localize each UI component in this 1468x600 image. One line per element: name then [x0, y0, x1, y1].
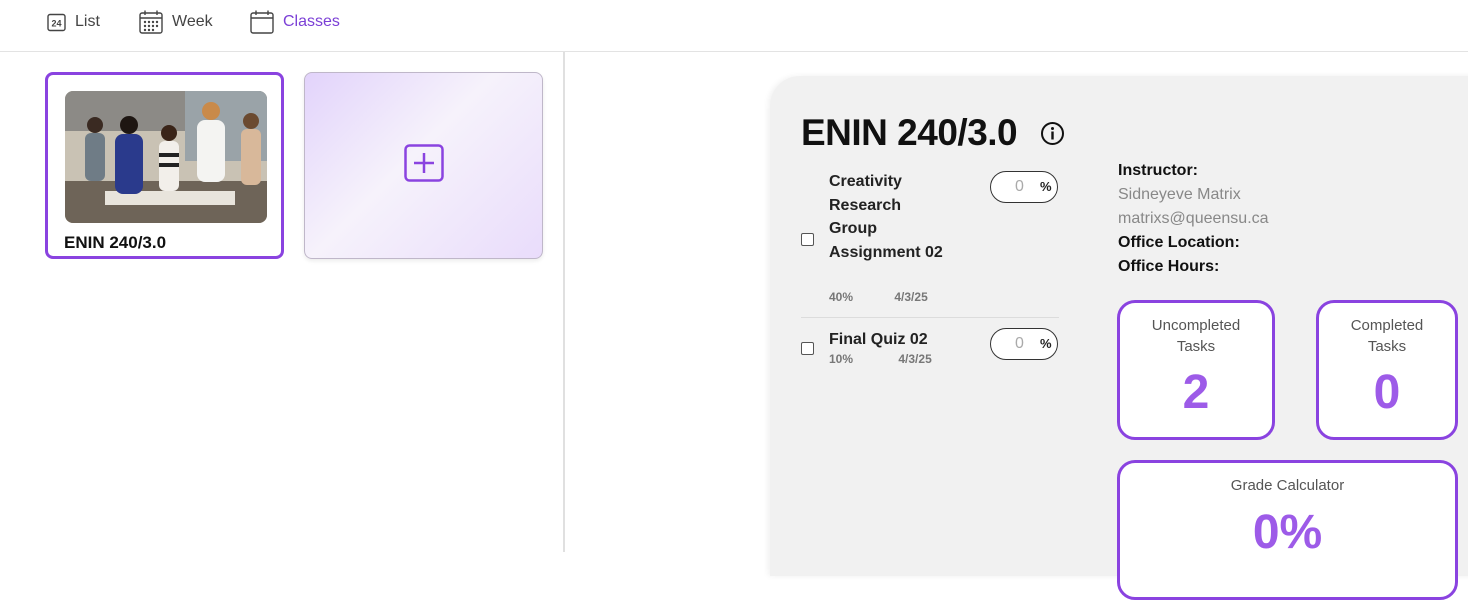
task-weight: 10% [829, 352, 854, 366]
task-meta: 40% 4/3/25 [829, 290, 928, 304]
task-grade-unit: % [1040, 179, 1052, 194]
nav-list-label: List [75, 13, 100, 30]
uncompleted-tasks-card: Uncompleted Tasks 2 [1117, 300, 1275, 440]
office-location-label: Office Location: [1118, 234, 1240, 251]
nav-classes-label: Classes [283, 13, 340, 30]
svg-text:24: 24 [51, 18, 61, 28]
task-grade-unit: % [1040, 336, 1052, 351]
plus-square-icon [403, 144, 444, 187]
instructor-name: Sidneyeve Matrix [1118, 186, 1241, 203]
panel-divider [563, 52, 565, 552]
uncompleted-label: Uncompleted [1151, 317, 1241, 334]
task-date: 4/3/25 [898, 352, 932, 366]
task-meta: 10% 4/3/25 [829, 352, 932, 366]
task-checkbox[interactable] [801, 233, 814, 246]
top-nav: 24 List Week Classes [0, 0, 1468, 52]
calendar-grid-icon [139, 10, 163, 34]
task-separator [801, 317, 1059, 318]
calendar-icon [250, 10, 274, 34]
course-title: ENIN 240/3.0 [801, 112, 1018, 153]
grade-calculator-card: Grade Calculator 0% [1117, 460, 1458, 600]
info-circle-icon[interactable] [1040, 121, 1065, 151]
nav-week-label: Week [172, 13, 213, 30]
instructor-label: Instructor: [1118, 162, 1198, 179]
uncompleted-label-2: Tasks [1176, 338, 1216, 355]
course-detail-panel: ENIN 240/3.0 Creativity Research Group A… [770, 76, 1468, 600]
nav-list[interactable]: 24 List [47, 8, 100, 36]
uncompleted-count: 2 [1182, 366, 1210, 419]
task-grade-input[interactable]: 0 % [990, 171, 1058, 203]
task-name: Final Quiz 02 [829, 331, 928, 348]
completed-tasks-card: Completed Tasks 0 [1316, 300, 1458, 440]
completed-label-2: Tasks [1367, 338, 1407, 355]
task-name: Creativity Research Group Assignment 02 [829, 173, 943, 262]
task-date: 4/3/25 [894, 290, 928, 304]
add-class-button[interactable] [304, 72, 543, 259]
completed-label: Completed [1350, 317, 1424, 334]
task-grade-value: 0 [1015, 335, 1024, 352]
task-grade-input[interactable]: 0 % [990, 328, 1058, 360]
task-weight: 40% [829, 290, 854, 304]
nav-classes[interactable]: Classes [250, 8, 340, 36]
completed-count: 0 [1373, 366, 1401, 419]
class-card-title: ENIN 240/3.0 [64, 233, 167, 252]
instructor-email[interactable]: matrixs@queensu.ca [1118, 210, 1269, 228]
task-checkbox[interactable] [801, 342, 814, 355]
grade-calculator-label: Grade Calculator [1230, 477, 1345, 494]
calendar-day-icon: 24 [47, 13, 66, 32]
office-hours-label: Office Hours: [1118, 258, 1220, 275]
nav-week[interactable]: Week [139, 8, 213, 36]
class-thumbnail-image [65, 91, 267, 223]
class-card[interactable]: ENIN 240/3.0 [45, 72, 284, 259]
task-grade-value: 0 [1015, 178, 1024, 195]
